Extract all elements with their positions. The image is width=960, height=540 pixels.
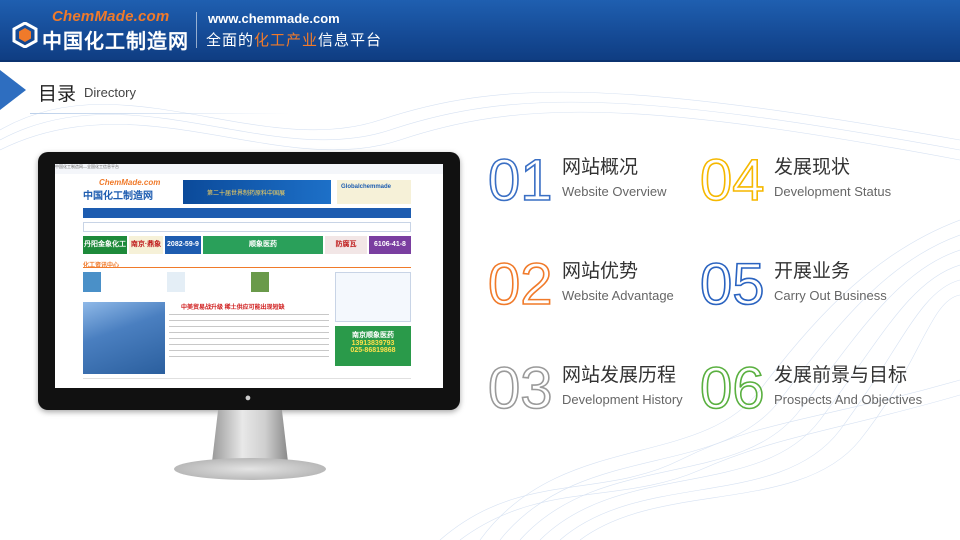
screen-section-title: 化工资讯中心 xyxy=(83,260,411,269)
slogan-suffix: 信息平台 xyxy=(318,32,383,49)
screen-ad-row: 丹阳金象化工厂 南京·鼎象 2082-59-9 顺象医药 防腐瓦 6106-41… xyxy=(83,236,411,266)
page-subtitle: Directory xyxy=(84,85,137,100)
directory-item-06[interactable]: 06 发展前景与目标 Prospects And Objectives xyxy=(700,358,923,428)
directory-item-02[interactable]: 02 网站优势 Website Advantage xyxy=(488,254,708,324)
title-underline xyxy=(30,113,290,114)
screen-thumb xyxy=(167,272,185,292)
directory-subtitle: Website Advantage xyxy=(562,288,674,303)
screen-logo-en: ChemMade.com xyxy=(99,178,161,187)
screen-top-strip: 中国化工制造网—全国化工信息平台 xyxy=(55,164,443,174)
screen-banner-cphi: 第二十届世界制药原料中国展 xyxy=(183,180,331,204)
directory-item-05[interactable]: 05 开展业务 Carry Out Business xyxy=(700,254,920,324)
screen-search-bar xyxy=(83,222,411,232)
header-bar: ChemMade.com 中国化工制造网 www.chemmade.com 全面… xyxy=(0,0,960,62)
site-url[interactable]: www.chemmade.com xyxy=(208,11,340,26)
number-06-icon: 06 xyxy=(700,358,766,414)
number-03-icon: 03 xyxy=(488,358,554,414)
screen-headline: 中美贸易战升级 稀土供应可能出现短缺 xyxy=(181,305,285,311)
logo-english: ChemMade.com xyxy=(52,8,170,25)
header-divider xyxy=(196,12,197,48)
number-02-icon: 02 xyxy=(488,254,554,310)
screen-banner-global: Globalchemmade xyxy=(337,180,411,204)
number-05-icon: 05 xyxy=(700,254,766,310)
svg-text:05: 05 xyxy=(700,254,765,310)
number-04-icon: 04 xyxy=(700,150,766,206)
screen-logo-cn: 中国化工制造网 xyxy=(83,191,153,202)
directory-title: 网站概况 xyxy=(562,157,639,178)
slogan-prefix: 全面的 xyxy=(206,32,255,49)
screen-ad: 2082-59-9 xyxy=(165,236,201,254)
site-logo[interactable]: ChemMade.com 中国化工制造网 xyxy=(12,6,192,56)
screen-news-lines xyxy=(169,314,329,372)
screen-side-ad-phone: 025-86819868 xyxy=(350,347,396,354)
screen-side-ad: 南京顺象医药 13913839793 025-86819868 xyxy=(335,326,411,366)
hexagon-logo-icon xyxy=(12,22,38,48)
svg-text:04: 04 xyxy=(700,150,765,206)
monitor-screen: 中国化工制造网—全国化工信息平台 ChemMade.com 中国化工制造网 第二… xyxy=(55,164,443,388)
svg-text:02: 02 xyxy=(488,254,553,310)
directory-item-03[interactable]: 03 网站发展历程 Development History xyxy=(488,358,708,428)
directory-item-04[interactable]: 04 发展现状 Development Status xyxy=(700,150,920,220)
title-arrow-icon xyxy=(0,70,26,110)
screen-solar-image xyxy=(83,302,165,374)
screen-thumbnails xyxy=(83,272,333,296)
screen-ad: 丹阳金象化工厂 xyxy=(83,236,127,266)
monitor-stand xyxy=(212,410,288,462)
page-title: 目录 xyxy=(38,84,77,105)
directory-subtitle: Prospects And Objectives xyxy=(774,392,923,407)
screen-ad: 顺象医药 xyxy=(203,236,323,254)
directory-title: 网站优势 xyxy=(562,261,639,282)
slogan-highlight: 化工产业 xyxy=(254,32,319,49)
directory-title: 网站发展历程 xyxy=(562,365,677,386)
svg-text:06: 06 xyxy=(700,358,765,414)
screen-ad: 6106-41-8 xyxy=(369,236,411,254)
svg-text:01: 01 xyxy=(488,150,553,206)
screen-thumb xyxy=(83,272,101,292)
screen-nav-bar xyxy=(83,208,411,218)
directory-subtitle: Carry Out Business xyxy=(774,288,887,303)
slogan: 全面的化工产业信息平台 xyxy=(206,29,382,50)
apple-logo-icon: ● xyxy=(244,392,252,404)
directory-title: 开展业务 xyxy=(774,261,851,282)
logo-chinese: 中国化工制造网 xyxy=(42,31,189,53)
screen-login-box xyxy=(335,272,411,322)
screen-side-ad-phone: 13913839793 xyxy=(351,340,395,347)
screen-ad: 防腐瓦 xyxy=(325,236,367,254)
directory-title: 发展前景与目标 xyxy=(774,365,908,386)
screen-ad: 南京·鼎象 xyxy=(129,236,163,254)
directory-subtitle: Website Overview xyxy=(562,184,667,199)
monitor-base xyxy=(174,458,326,480)
screen-side-ad-name: 南京顺象医药 xyxy=(352,332,394,339)
directory-subtitle: Development Status xyxy=(774,184,892,199)
screen-thumb xyxy=(251,272,269,292)
directory-title: 发展现状 xyxy=(774,157,851,178)
directory-subtitle: Development History xyxy=(562,392,683,407)
monitor: 中国化工制造网—全国化工信息平台 ChemMade.com 中国化工制造网 第二… xyxy=(38,152,460,410)
number-01-icon: 01 xyxy=(488,150,554,206)
screen-bottom-bar xyxy=(83,378,411,386)
screen-logo: ChemMade.com 中国化工制造网 xyxy=(83,178,160,202)
directory-item-01[interactable]: 01 网站概况 Website Overview xyxy=(488,150,708,220)
svg-text:03: 03 xyxy=(488,358,553,414)
